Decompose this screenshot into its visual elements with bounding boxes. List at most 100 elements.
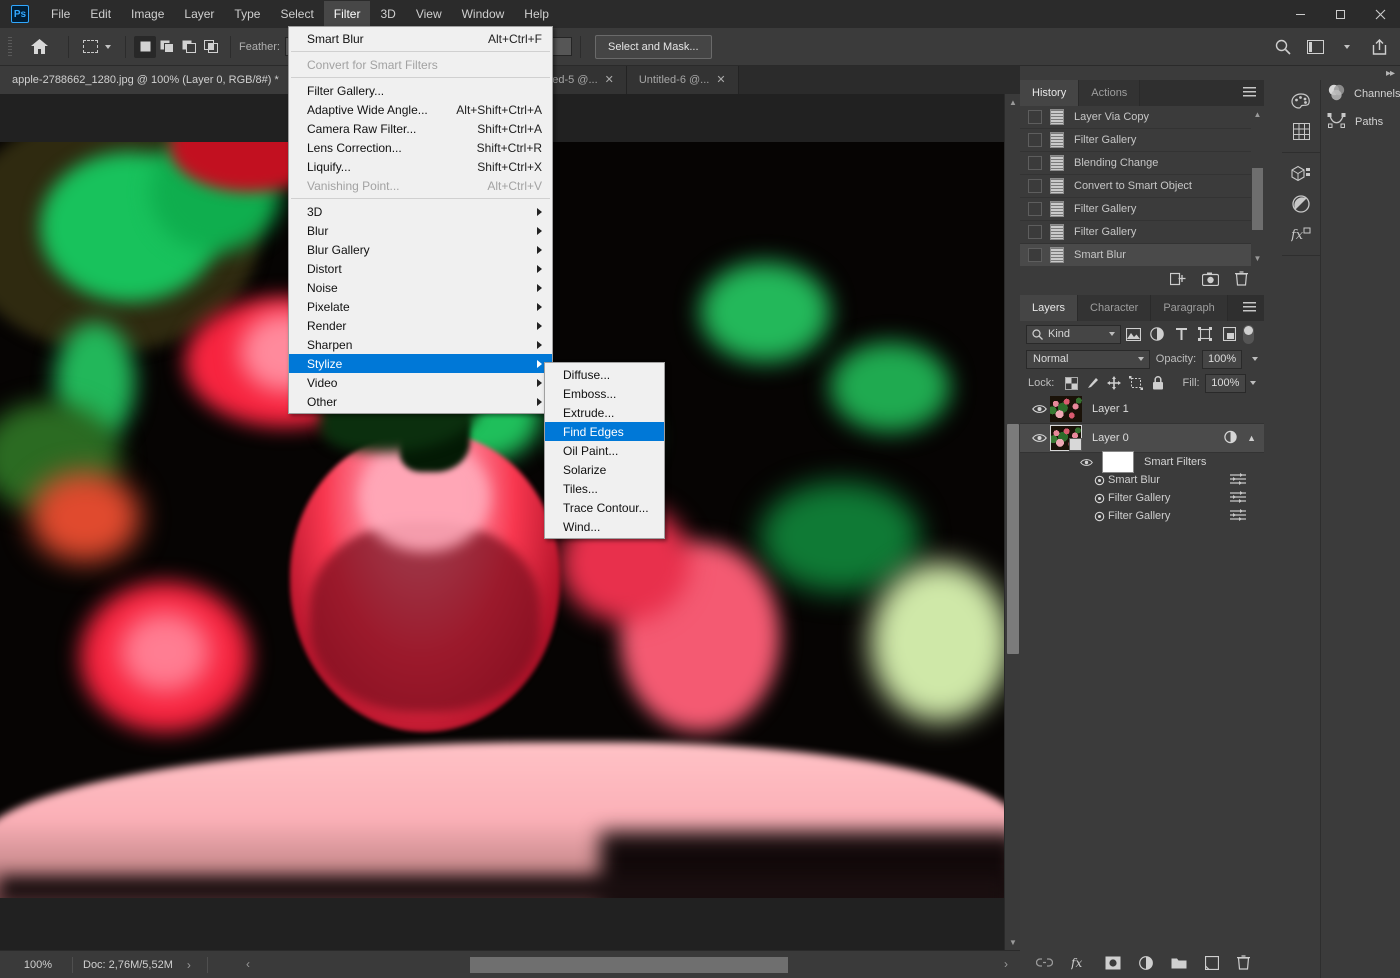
menu-item-wind[interactable]: Wind... [545, 517, 664, 536]
add-layer-style-icon[interactable]: fx [1071, 956, 1087, 973]
scroll-up-icon[interactable]: ▲ [1251, 106, 1264, 122]
menu-item-blur[interactable]: Blur [289, 221, 552, 240]
3d-panel-icon[interactable] [1282, 159, 1320, 189]
menu-item-smart-blur[interactable]: Smart Blur Alt+Ctrl+F [289, 29, 552, 48]
layer-visibility-icon[interactable] [1028, 404, 1050, 414]
tab-layers[interactable]: Layers [1020, 295, 1078, 321]
delete-icon[interactable] [1235, 271, 1248, 289]
scroll-left-icon[interactable]: ‹ [246, 957, 250, 971]
menu-item-find-edges[interactable]: Find Edges [545, 422, 664, 441]
layer-filter-toggle[interactable] [1243, 325, 1254, 344]
history-item[interactable]: Layer Via Copy [1020, 106, 1264, 129]
menu-item-trace-contour[interactable]: Trace Contour... [545, 498, 664, 517]
smart-filter-row[interactable]: Smart Blur [1020, 471, 1264, 489]
options-bar-grip[interactable] [8, 37, 12, 57]
rectangular-marquee-tool-icon[interactable] [77, 34, 117, 60]
color-panel-icon[interactable] [1282, 86, 1320, 116]
adjustments-panel-icon[interactable] [1282, 189, 1320, 219]
intersect-with-selection-icon[interactable] [200, 36, 222, 58]
panel-item-channels[interactable]: Channels [1321, 80, 1400, 108]
new-document-from-state-icon[interactable] [1170, 271, 1186, 289]
menu-item-diffuse[interactable]: Diffuse... [545, 365, 664, 384]
menu-item-video[interactable]: Video [289, 373, 552, 392]
history-list[interactable]: Layer Via Copy Filter Gallery Blending C… [1020, 106, 1264, 266]
tab-paragraph[interactable]: Paragraph [1151, 295, 1227, 321]
history-snapshot-checkbox[interactable] [1028, 225, 1042, 239]
vertical-scroll-thumb[interactable] [1007, 424, 1019, 654]
shape-filter-icon[interactable] [1193, 323, 1217, 345]
menu-window[interactable]: Window [452, 1, 515, 28]
menu-item-3d[interactable]: 3D [289, 202, 552, 221]
scroll-down-icon[interactable]: ▼ [1251, 250, 1264, 266]
collapse-panels-icon[interactable]: ▸▸ [1386, 68, 1394, 79]
tab-history[interactable]: History [1020, 80, 1079, 106]
select-and-mask-button[interactable]: Select and Mask... [595, 35, 712, 59]
history-item[interactable]: Filter Gallery [1020, 221, 1264, 244]
history-scrollbar[interactable]: ▲ ▼ [1251, 106, 1264, 266]
layer-thumbnail[interactable] [1050, 396, 1082, 422]
search-icon[interactable] [1270, 34, 1296, 60]
canvas-horizontal-scrollbar[interactable]: ‹ › [248, 957, 1020, 973]
menu-item-blur-gallery[interactable]: Blur Gallery [289, 240, 552, 259]
new-layer-icon[interactable] [1205, 956, 1219, 973]
menu-item-solarize[interactable]: Solarize [545, 460, 664, 479]
history-scroll-thumb[interactable] [1252, 168, 1263, 230]
filter-blending-options-icon[interactable] [1230, 509, 1250, 524]
menu-view[interactable]: View [406, 1, 452, 28]
lock-position-icon[interactable] [1104, 373, 1126, 393]
smart-filters-mask-thumbnail[interactable] [1102, 451, 1134, 473]
opacity-input[interactable]: 100% [1202, 350, 1242, 369]
menu-select[interactable]: Select [270, 1, 323, 28]
panel-menu-icon[interactable] [1243, 302, 1256, 313]
filter-blending-options-icon[interactable] [1230, 473, 1250, 488]
chevron-down-icon[interactable] [1252, 357, 1258, 361]
menu-filter[interactable]: Filter [324, 1, 371, 28]
zoom-level[interactable]: 100% [14, 959, 62, 971]
pixel-filter-icon[interactable] [1121, 323, 1145, 345]
canvas-vertical-scrollbar[interactable]: ▲ ▼ [1004, 94, 1020, 950]
panel-item-paths[interactable]: Paths [1321, 108, 1400, 136]
chevron-down-icon[interactable] [1334, 34, 1360, 60]
history-snapshot-checkbox[interactable] [1028, 110, 1042, 124]
layer-list[interactable]: Layer 1 Layer 0 ▲ [1020, 395, 1264, 525]
close-icon[interactable]: ✕ [605, 75, 614, 86]
new-adjustment-layer-icon[interactable] [1139, 956, 1153, 973]
scroll-up-icon[interactable]: ▲ [1005, 94, 1020, 110]
document-tab-untitled-6[interactable]: Untitled-6 @... ✕ [627, 66, 739, 94]
layer-thumbnail[interactable] [1050, 425, 1082, 451]
add-to-selection-icon[interactable] [156, 36, 178, 58]
menu-item-lens-correction[interactable]: Lens Correction... Shift+Ctrl+R [289, 138, 552, 157]
history-item[interactable]: Filter Gallery [1020, 198, 1264, 221]
menu-item-tiles[interactable]: Tiles... [545, 479, 664, 498]
history-item[interactable]: Convert to Smart Object [1020, 175, 1264, 198]
menu-item-extrude[interactable]: Extrude... [545, 403, 664, 422]
history-item[interactable]: Blending Change [1020, 152, 1264, 175]
menu-3d[interactable]: 3D [370, 1, 405, 28]
new-group-icon[interactable] [1171, 956, 1187, 972]
blend-mode-dropdown[interactable]: Normal [1026, 350, 1150, 369]
maximize-button[interactable] [1320, 0, 1360, 28]
menu-item-render[interactable]: Render [289, 316, 552, 335]
history-item-current[interactable]: Smart Blur [1020, 244, 1264, 266]
menu-item-emboss[interactable]: Emboss... [545, 384, 664, 403]
menu-image[interactable]: Image [121, 1, 174, 28]
layer-filter-kind-dropdown[interactable]: Kind [1026, 325, 1121, 344]
layer-row[interactable]: Layer 1 [1020, 395, 1264, 424]
fill-input[interactable]: 100% [1205, 374, 1246, 393]
filter-menu-dropdown[interactable]: Smart Blur Alt+Ctrl+F Convert for Smart … [288, 26, 553, 414]
menu-item-adaptive-wide-angle[interactable]: Adaptive Wide Angle... Alt+Shift+Ctrl+A [289, 100, 552, 119]
history-snapshot-checkbox[interactable] [1028, 248, 1042, 262]
menu-edit[interactable]: Edit [80, 1, 121, 28]
menu-item-liquify[interactable]: Liquify... Shift+Ctrl+X [289, 157, 552, 176]
smart-filter-row[interactable]: Filter Gallery [1020, 507, 1264, 525]
chevron-down-icon[interactable] [1109, 332, 1115, 336]
close-button[interactable] [1360, 0, 1400, 28]
menu-item-other[interactable]: Other [289, 392, 552, 411]
delete-layer-icon[interactable] [1237, 955, 1250, 973]
horizontal-scroll-thumb[interactable] [470, 957, 788, 973]
home-icon[interactable] [26, 34, 52, 60]
adjustment-filter-icon[interactable] [1145, 323, 1169, 345]
new-selection-icon[interactable] [134, 36, 156, 58]
menu-type[interactable]: Type [224, 1, 270, 28]
smart-filters-row[interactable]: Smart Filters [1020, 453, 1264, 471]
